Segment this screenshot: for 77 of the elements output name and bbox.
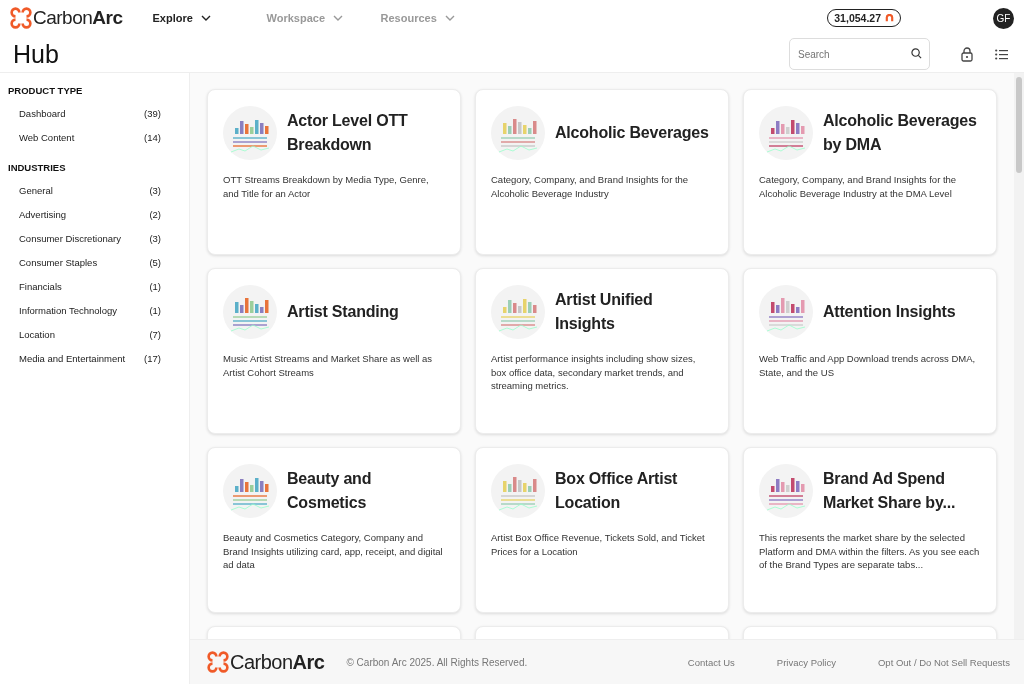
- card-description: Category, Company, and Brand Insights for the Alcoholic Beverage Industry at the DMA Level: [759, 173, 958, 200]
- card-description: Artist performance insights including show sizes, box office data, secondary market trends, and streaming metrics.: [491, 352, 697, 393]
- chart-thumbnail-drawing: [491, 464, 545, 518]
- filter-item[interactable]: Dashboard: [19, 108, 66, 132]
- card-title: Alcoholic Beverages by DMA: [823, 111, 978, 155]
- card-title: Attention Insights: [823, 302, 956, 322]
- card-title: Actor Level OTT Breakdown: [287, 111, 409, 155]
- chart-thumbnail-drawing: [759, 106, 813, 160]
- card-title: Artist Standing: [287, 302, 399, 322]
- nav-menu[interactable]: Explore: [152, 12, 267, 24]
- user-avatar[interactable]: GF: [993, 7, 1014, 29]
- logo-icon: [10, 7, 32, 29]
- footer-link[interactable]: Contact Us: [687, 656, 735, 668]
- card-title: Box Office Artist Location: [555, 469, 679, 513]
- footer-link[interactable]: Opt Out / Do Not Sell Requests: [878, 656, 1010, 668]
- filter-count: (3): [149, 185, 161, 198]
- dashboard-card[interactable]: Beauty and Cosmetics Beauty and Cosmetics Category, Company and Brand Insights utilizing card, app, receipt, and digital ad data: [207, 447, 461, 613]
- page-title: Hub: [13, 39, 59, 69]
- copyright-text: © Carbon Arc 2025. All Rights Reserved.: [346, 656, 528, 668]
- filter-item[interactable]: Financials: [19, 281, 62, 305]
- chart-thumbnail-drawing: [759, 285, 813, 339]
- chart-thumbnail-drawing: [223, 106, 277, 160]
- filter-count: (1): [149, 281, 161, 294]
- dashboard-card[interactable]: Artist Standing Music Artist Streams and Market Share as well as Artist Cohort Streams: [207, 268, 461, 434]
- filter-item[interactable]: Web Content: [19, 132, 75, 156]
- dashboard-card[interactable]: Alcoholic Beverages Category, Company, and Brand Insights for the Alcoholic Beverage Industry: [475, 89, 729, 255]
- dashboard-card[interactable]: Brand Ad Spend Market Share by... This represents the market share by the selected Platform and DMA within the filters. As you see each of the Brand Types are separate tabs...: [743, 447, 997, 613]
- filter-count: (7): [149, 329, 161, 342]
- card-description: Category, Company, and Brand Insights for the Alcoholic Beverage Industry: [491, 173, 690, 200]
- filter-item[interactable]: General: [19, 185, 53, 209]
- chart-thumbnail-drawing: [223, 464, 277, 518]
- dashboard-card[interactable]: Box Office Artist Location Artist Box Office Revenue, Tickets Sold, and Ticket Prices for a Location: [475, 447, 729, 613]
- logo-icon: [207, 651, 229, 673]
- filter-count: (14): [144, 132, 161, 145]
- card-title: Artist Unified Insights: [555, 290, 654, 334]
- dashboard-card[interactable]: Actor Level OTT Breakdown OTT Streams Breakdown by Media Type, Genre, and Title for an Actor: [207, 89, 461, 255]
- filter-count: (2): [149, 209, 161, 222]
- card-description: OTT Streams Breakdown by Media Type, Genre, and Title for an Actor: [223, 173, 430, 200]
- chart-thumbnail-drawing: [491, 285, 545, 339]
- scrollbar-thumb[interactable]: [1016, 77, 1022, 173]
- sidebar-heading: INDUSTRIES: [8, 162, 67, 173]
- dashboard-card[interactable]: Artist Unified Insights Artist performance insights including show sizes, box office data, secondary market trends, and streaming metrics.: [475, 268, 729, 434]
- chevron-down-icon: [333, 15, 343, 21]
- lock-icon[interactable]: [961, 46, 973, 62]
- card-description: This represents the market share by the selected Platform and DMA within the filters. As you see each of the Brand Types are separate tabs...: [759, 531, 981, 572]
- chevron-down-icon: [444, 15, 455, 21]
- filter-item[interactable]: Advertising: [19, 209, 66, 233]
- filter-count: (1): [149, 305, 161, 318]
- chevron-down-icon: [200, 15, 211, 21]
- list-view-icon[interactable]: [994, 48, 1008, 60]
- filter-item[interactable]: Consumer Staples: [19, 257, 98, 281]
- search-field[interactable]: Search: [789, 38, 930, 70]
- filter-count: (5): [149, 257, 161, 270]
- card-title: Beauty and Cosmetics: [287, 469, 373, 513]
- card-description: Beauty and Cosmetics Category, Company and Brand Insights utilizing card, app, receipt, and digital ad data: [223, 531, 444, 572]
- card-title: Alcoholic Beverages: [555, 123, 709, 143]
- filter-count: (3): [149, 233, 161, 246]
- search-icon: [911, 48, 922, 59]
- dashboard-card[interactable]: Alcoholic Beverages by DMA Category, Company, and Brand Insights for the Alcoholic Beverage Industry at the DMA Level: [743, 89, 997, 255]
- card-description: Music Artist Streams and Market Share as well as Artist Cohort Streams: [223, 352, 434, 379]
- filter-count: (39): [144, 108, 161, 121]
- chart-thumbnail-drawing: [491, 106, 545, 160]
- dashboard-card[interactable]: Attention Insights Web Traffic and App Download trends across DMA, State, and the US: [743, 268, 997, 434]
- filter-item[interactable]: Consumer Discretionary: [19, 233, 121, 257]
- filter-item[interactable]: Media and Entertainment: [19, 353, 126, 377]
- sidebar-heading: PRODUCT TYPE: [8, 85, 84, 96]
- logo-text[interactable]: CarbonArc: [33, 7, 123, 29]
- card-description: Artist Box Office Revenue, Tickets Sold, and Ticket Prices for a Location: [491, 531, 706, 558]
- filter-item[interactable]: Information Technology: [19, 305, 118, 329]
- logo-text[interactable]: CarbonArc: [230, 650, 325, 674]
- filter-count: (17): [144, 353, 161, 366]
- footer-link[interactable]: Privacy Policy: [776, 656, 836, 668]
- chart-thumbnail-drawing: [223, 285, 277, 339]
- chart-thumbnail-drawing: [759, 464, 813, 518]
- card-description: Web Traffic and App Download trends across DMA, State, and the US: [759, 352, 977, 379]
- card-title: Brand Ad Spend Market Share by...: [823, 469, 957, 513]
- filter-item[interactable]: Location: [19, 329, 55, 353]
